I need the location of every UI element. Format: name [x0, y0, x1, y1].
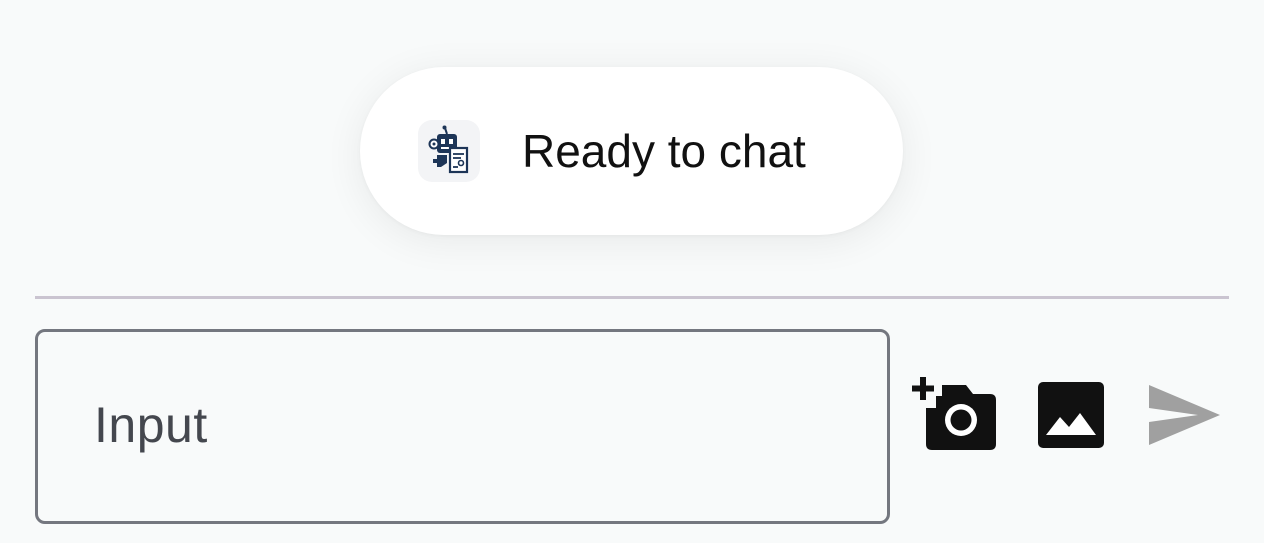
add-a-photo-icon [912, 377, 996, 450]
image-icon [1038, 382, 1104, 448]
message-input[interactable]: Input [35, 329, 890, 524]
attach-image-button[interactable] [1036, 380, 1106, 450]
status-text: Ready to chat [522, 125, 806, 177]
send-button[interactable] [1144, 380, 1224, 450]
input-placeholder: Input [94, 397, 208, 453]
divider [35, 296, 1229, 299]
status-chip: Ready to chat [360, 67, 903, 235]
robot-icon [418, 120, 480, 182]
add-photo-button[interactable] [912, 374, 998, 454]
send-icon [1149, 385, 1220, 445]
